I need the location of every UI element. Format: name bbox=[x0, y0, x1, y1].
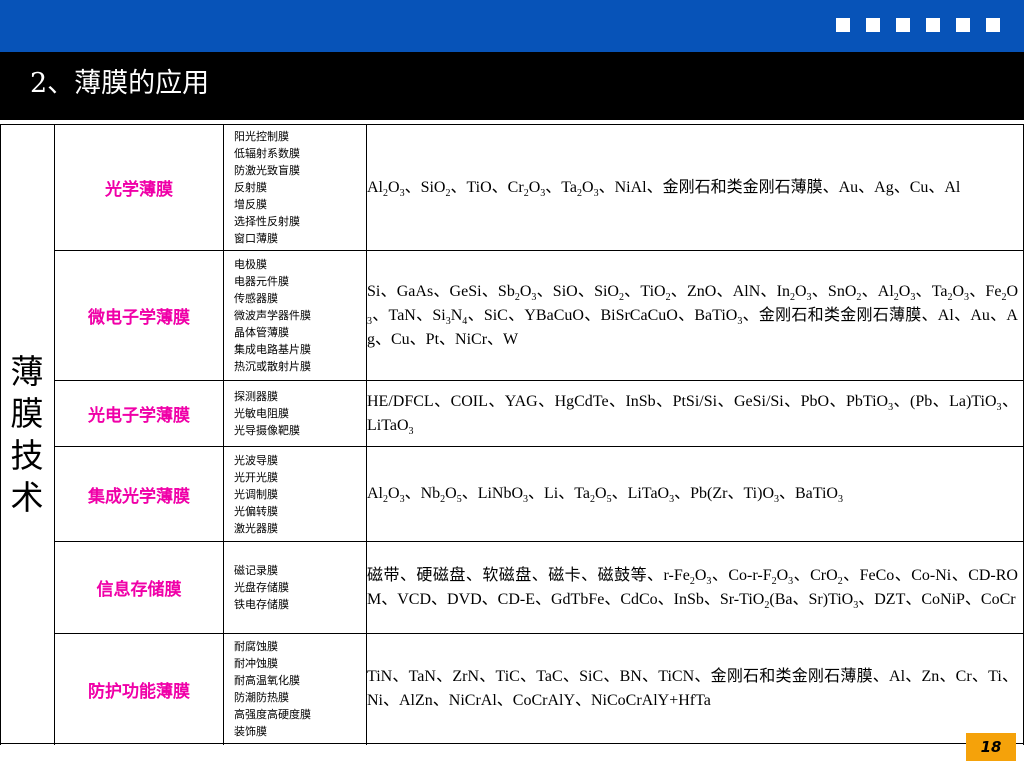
category-label: 信息存储膜 bbox=[96, 580, 182, 600]
table-row: 防护功能薄膜 耐腐蚀膜 耐冲蚀膜 耐高温氧化膜 防潮防热膜 高强度高硬度膜 装饰… bbox=[55, 634, 1024, 744]
materials-text: Si、GaAs、GeSi、Sb2O3、SiO、SiO2、TiO2、ZnO、AlN… bbox=[367, 282, 1018, 348]
film-type: 选择性反射膜 bbox=[234, 215, 300, 228]
top-banner bbox=[0, 0, 1024, 52]
table-row: 集成光学薄膜 光波导膜 光开光膜 光调制膜 光偏转膜 激光器膜 Al2O3、Nb… bbox=[55, 447, 1024, 541]
table-row: 信息存储膜 磁记录膜 光盘存储膜 铁电存储膜 磁带、硬磁盘、软磁盘、磁卡、磁鼓等… bbox=[55, 542, 1024, 633]
materials-cell: 磁带、硬磁盘、软磁盘、磁卡、磁鼓等、r-Fe2O3、Co-r-F2O3、CrO2… bbox=[367, 542, 1023, 633]
film-type: 激光器膜 bbox=[234, 521, 278, 535]
category-label: 防护功能薄膜 bbox=[88, 681, 190, 702]
film-type-list: 探测器膜 光敏电阻膜 光导摄像靶膜 bbox=[224, 381, 358, 446]
category-label: 光学薄膜 bbox=[105, 180, 173, 200]
film-type-list: 磁记录膜 光盘存储膜 铁电存储膜 bbox=[224, 542, 358, 633]
vertical-heading: 薄膜技术 bbox=[10, 351, 44, 517]
film-type: 装饰膜 bbox=[234, 725, 267, 738]
category-label: 集成光学薄膜 bbox=[88, 486, 190, 507]
title-bar: 2、薄膜的应用 bbox=[0, 52, 1024, 120]
film-type-list: 电极膜 电器元件膜 传感器膜 微波声学器件膜 晶体管薄膜 集成电路基片膜 热沉或… bbox=[224, 251, 358, 380]
materials-cell: Al2O3、Nb2O5、LiNbO3、Li、Ta2O5、LiTaO3、Pb(Zr… bbox=[367, 447, 1023, 541]
film-type: 集成电路基片膜 bbox=[234, 343, 311, 356]
materials-text: 磁带、硬磁盘、软磁盘、磁卡、磁鼓等、r-Fe2O3、Co-r-F2O3、CrO2… bbox=[367, 566, 1018, 611]
film-type: 光盘存储膜 bbox=[234, 581, 289, 594]
film-type: 铁电存储膜 bbox=[234, 598, 289, 611]
square-icon bbox=[836, 18, 850, 32]
film-type: 高强度高硬度膜 bbox=[234, 708, 311, 721]
decorative-squares bbox=[820, 18, 1000, 32]
table-row: 光学薄膜 阳光控制膜 低辐射系数膜 防激光致盲膜 反射膜 增反膜 选择性反射膜 … bbox=[55, 125, 1024, 250]
thin-film-tech-label: 薄膜技术 bbox=[0, 124, 54, 745]
film-type: 光波导膜 bbox=[234, 453, 278, 467]
film-type: 传感器膜 bbox=[234, 292, 278, 305]
film-type: 耐腐蚀膜 bbox=[234, 640, 278, 653]
film-type: 光开光膜 bbox=[234, 470, 278, 484]
film-type: 晶体管薄膜 bbox=[234, 326, 289, 339]
film-type: 耐冲蚀膜 bbox=[234, 657, 278, 670]
materials-cell: Si、GaAs、GeSi、Sb2O3、SiO、SiO2、TiO2、ZnO、AlN… bbox=[367, 251, 1023, 380]
table-row: 微电子学薄膜 电极膜 电器元件膜 传感器膜 微波声学器件膜 晶体管薄膜 集成电路… bbox=[55, 251, 1024, 380]
film-type: 光调制膜 bbox=[234, 487, 278, 501]
film-type: 耐高温氧化膜 bbox=[234, 674, 300, 687]
page-title: 2、薄膜的应用 bbox=[30, 68, 210, 99]
film-type: 光敏电阻膜 bbox=[234, 407, 289, 420]
film-type: 增反膜 bbox=[234, 198, 267, 211]
film-type: 光导摄像靶膜 bbox=[234, 424, 300, 437]
film-type-list: 光波导膜 光开光膜 光调制膜 光偏转膜 激光器膜 bbox=[224, 447, 358, 541]
film-type: 电极膜 bbox=[234, 258, 267, 271]
film-type-list: 阳光控制膜 低辐射系数膜 防激光致盲膜 反射膜 增反膜 选择性反射膜 窗口薄膜 bbox=[224, 125, 358, 250]
materials-text: HE/DFCL、COIL、YAG、HgCdTe、InSb、PtSi/Si、GeS… bbox=[367, 392, 1018, 437]
page-number-badge: 18 bbox=[966, 733, 1016, 761]
category-label: 光电子学薄膜 bbox=[88, 406, 190, 426]
square-icon bbox=[926, 18, 940, 32]
materials-cell: TiN、TaN、ZrN、TiC、TaC、SiC、BN、TiCN、金刚石和类金刚石… bbox=[367, 634, 1023, 744]
slide: 2、薄膜的应用 薄膜技术 光学薄膜 阳光控制膜 低辐射系数膜 防激光致盲膜 反射… bbox=[0, 0, 1024, 768]
film-type: 低辐射系数膜 bbox=[234, 147, 300, 160]
materials-text: Al2O3、SiO2、TiO、Cr2O3、Ta2O3、NiAl、金刚石和类金刚石… bbox=[367, 178, 961, 199]
table-row: 光电子学薄膜 探测器膜 光敏电阻膜 光导摄像靶膜 HE/DFCL、COIL、YA… bbox=[55, 381, 1024, 446]
film-type: 探测器膜 bbox=[234, 390, 278, 403]
square-icon bbox=[896, 18, 910, 32]
square-icon bbox=[986, 18, 1000, 32]
film-type: 防潮防热膜 bbox=[234, 691, 289, 704]
film-type: 防激光致盲膜 bbox=[234, 164, 300, 177]
film-type: 微波声学器件膜 bbox=[234, 309, 311, 322]
film-type: 热沉或散射片膜 bbox=[234, 360, 311, 373]
film-type: 光偏转膜 bbox=[234, 504, 278, 518]
square-icon bbox=[956, 18, 970, 32]
square-icon bbox=[866, 18, 880, 32]
film-type: 阳光控制膜 bbox=[234, 130, 289, 143]
film-type: 磁记录膜 bbox=[234, 564, 278, 577]
film-type: 电器元件膜 bbox=[234, 275, 289, 288]
page-number: 18 bbox=[980, 738, 1002, 756]
film-type: 窗口薄膜 bbox=[234, 232, 278, 245]
materials-cell: Al2O3、SiO2、TiO、Cr2O3、Ta2O3、NiAl、金刚石和类金刚石… bbox=[367, 125, 1023, 250]
materials-text: Al2O3、Nb2O5、LiNbO3、Li、Ta2O5、LiTaO3、Pb(Zr… bbox=[367, 485, 843, 506]
materials-cell: HE/DFCL、COIL、YAG、HgCdTe、InSb、PtSi/Si、GeS… bbox=[367, 381, 1023, 446]
film-type-list: 耐腐蚀膜 耐冲蚀膜 耐高温氧化膜 防潮防热膜 高强度高硬度膜 装饰膜 bbox=[224, 634, 358, 744]
film-type: 反射膜 bbox=[234, 181, 267, 194]
category-label: 微电子学薄膜 bbox=[88, 308, 190, 328]
materials-text: TiN、TaN、ZrN、TiC、TaC、SiC、BN、TiCN、金刚石和类金刚石… bbox=[367, 668, 1018, 709]
